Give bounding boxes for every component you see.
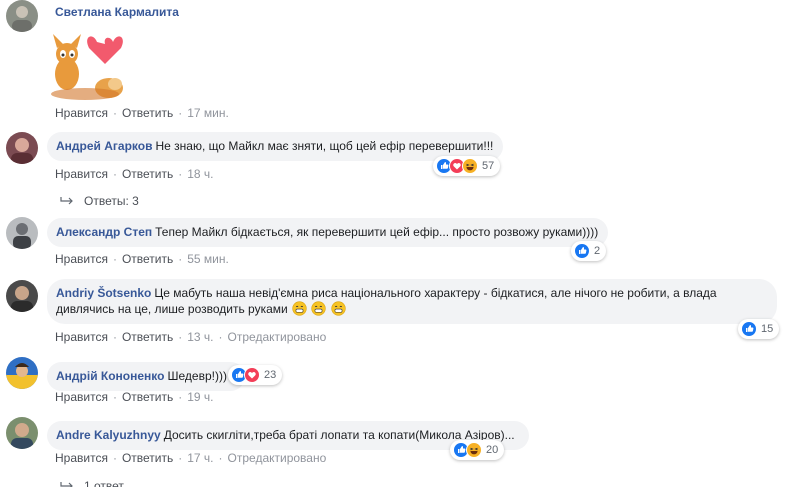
haha-icon xyxy=(466,442,482,458)
comment-author[interactable]: Андрій Кононенко xyxy=(56,369,165,383)
comment-timestamp[interactable]: 18 ч. xyxy=(187,167,213,181)
avatar[interactable] xyxy=(6,417,38,449)
like-icon xyxy=(741,321,757,337)
reply-button[interactable]: Ответить xyxy=(122,106,173,120)
comment-text: Це мабуть наша невід'ємна риса національ… xyxy=(154,286,717,300)
grin-emoji-icon xyxy=(292,301,307,316)
edited-label[interactable]: Отредактировано xyxy=(228,330,327,344)
avatar[interactable] xyxy=(6,132,38,164)
reply-button[interactable]: Ответить xyxy=(122,451,173,465)
view-replies-link[interactable]: Ответы: 3 xyxy=(60,194,139,208)
love-icon xyxy=(244,367,260,383)
like-button[interactable]: Нравится xyxy=(55,330,108,344)
comment-bubble: Александр Степ Тепер Майкл бідкається, як… xyxy=(47,218,609,247)
comment-timestamp[interactable]: 55 мин. xyxy=(187,252,229,266)
comment-timestamp[interactable]: 17 ч. xyxy=(187,451,213,465)
comment-text-continued: дивлячись на це, лише розводить руками xyxy=(56,302,288,316)
like-button[interactable]: Нравится xyxy=(55,106,108,120)
comment-actions: Нравится · Ответить · 18 ч. xyxy=(55,167,214,181)
comment-timestamp[interactable]: 17 мин. xyxy=(187,106,229,120)
reaction-count: 2 xyxy=(594,245,601,257)
reaction-summary[interactable]: 2 xyxy=(571,241,607,261)
reaction-count: 57 xyxy=(482,160,495,172)
grin-emoji-icon xyxy=(311,301,327,316)
sticker-image xyxy=(45,30,125,105)
like-icon xyxy=(574,243,590,259)
comment-actions: Нравится · Ответить · 17 мин. xyxy=(55,106,229,120)
grin-emoji-icon xyxy=(331,301,346,316)
reply-button[interactable]: Ответить xyxy=(122,390,173,404)
comment-actions: Нравится · Ответить · 55 мин. xyxy=(55,252,229,266)
reaction-count: 23 xyxy=(264,369,277,381)
comment-bubble: Андрій Кононенко Шедевр!))) xyxy=(47,362,245,391)
reply-button[interactable]: Ответить xyxy=(122,330,173,344)
comment-author[interactable]: Andre Kalyuzhnyy xyxy=(56,428,161,442)
reaction-summary[interactable]: 20 xyxy=(450,440,505,460)
comment-text: Шедевр!))) xyxy=(167,369,227,383)
reply-arrow-icon xyxy=(60,482,73,487)
comment-text: Тепер Майкл бідкається, як перевершити ц… xyxy=(155,225,599,239)
reaction-summary[interactable]: 15 xyxy=(738,319,780,339)
comment-text: Не знаю, що Майкл має зняти, щоб цей ефі… xyxy=(155,139,494,153)
comment-author[interactable]: Andriy Šotsenko xyxy=(56,286,151,300)
reply-arrow-icon xyxy=(60,197,73,205)
edited-label[interactable]: Отредактировано xyxy=(228,451,327,465)
reaction-summary[interactable]: 57 xyxy=(433,156,501,176)
view-replies-link[interactable]: 1 ответ xyxy=(60,479,124,487)
reaction-count: 15 xyxy=(761,323,774,335)
like-button[interactable]: Нравится xyxy=(55,390,108,404)
reaction-summary[interactable]: 23 xyxy=(228,365,283,385)
avatar[interactable] xyxy=(6,357,38,389)
comment-actions: Нравится · Ответить · 13 ч. · Отредактировано xyxy=(55,330,327,344)
reply-button[interactable]: Ответить xyxy=(122,252,173,266)
avatar[interactable] xyxy=(6,217,38,249)
comment-actions: Нравится · Ответить · 19 ч. xyxy=(55,390,214,404)
comment-author[interactable]: Светлана Кармалита xyxy=(55,5,179,19)
comment-author[interactable]: Андрей Агарков xyxy=(56,139,152,153)
comment-timestamp[interactable]: 19 ч. xyxy=(187,390,213,404)
haha-icon xyxy=(462,158,478,174)
comment-bubble: Andriy Šotsenko Це мабуть наша невід'ємна… xyxy=(47,279,777,324)
comment-bubble: Андрей Агарков Не знаю, що Майкл має знят… xyxy=(47,132,504,161)
reply-button[interactable]: Ответить xyxy=(122,167,173,181)
avatar[interactable] xyxy=(6,0,38,32)
comment-author[interactable]: Александр Степ xyxy=(56,225,152,239)
comment-actions: Нравится · Ответить · 17 ч. · Отредактировано xyxy=(55,451,327,465)
like-button[interactable]: Нравится xyxy=(55,252,108,266)
reaction-count: 20 xyxy=(486,444,499,456)
like-button[interactable]: Нравится xyxy=(55,167,108,181)
like-button[interactable]: Нравится xyxy=(55,451,108,465)
comment-timestamp[interactable]: 13 ч. xyxy=(187,330,213,344)
avatar[interactable] xyxy=(6,280,38,312)
